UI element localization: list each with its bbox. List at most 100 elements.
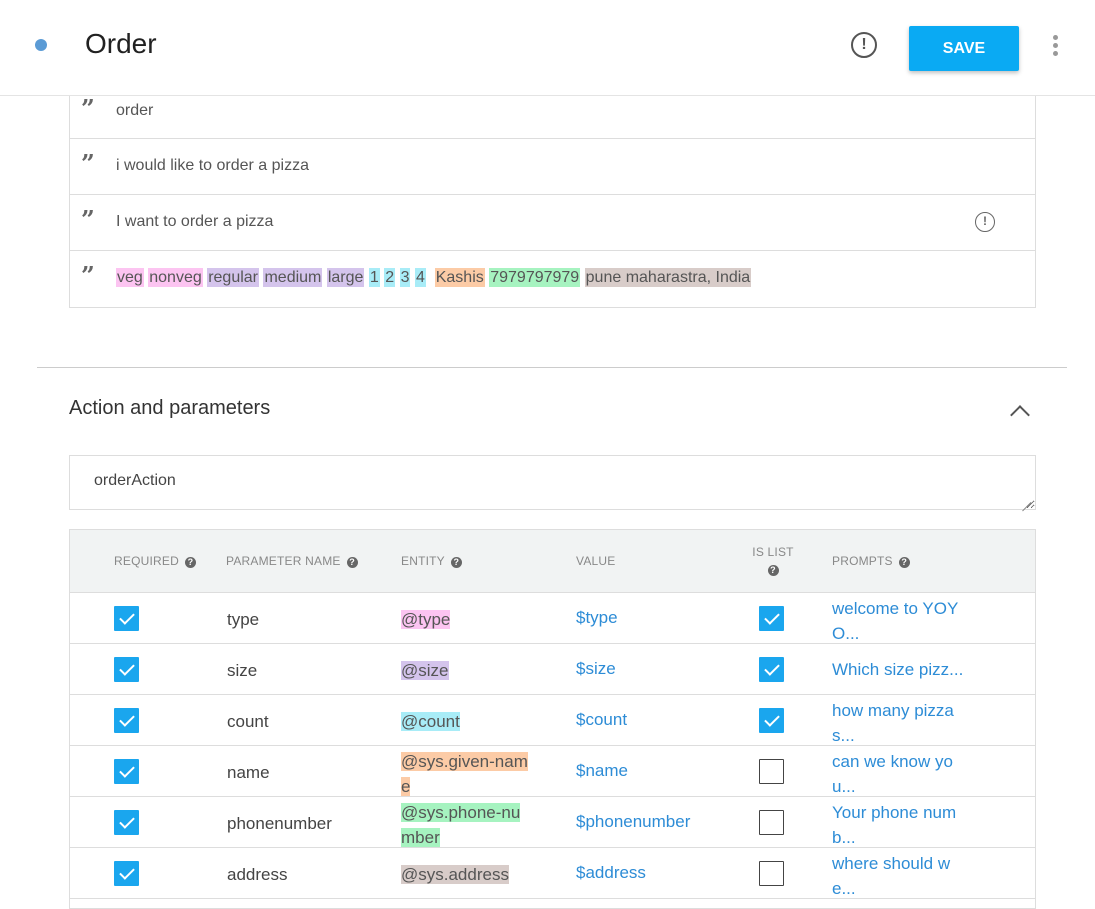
save-button[interactable]: SAVE xyxy=(909,26,1019,71)
header-parameter-name: PARAMETER NAME? xyxy=(226,554,358,568)
table-row[interactable]: address @sys.address $address where should … xyxy=(70,848,1035,899)
alert-icon[interactable]: ! xyxy=(975,212,995,232)
phrase-segment: i would like to order a pizza xyxy=(116,157,309,174)
parameter-prompt-link[interactable]: where should w e... xyxy=(832,851,967,901)
is-list-checkbox[interactable] xyxy=(759,606,784,631)
training-phrase[interactable]: ” veg nonveg regular medium large 1 2 3 … xyxy=(70,251,1035,307)
header-value: VALUE xyxy=(576,554,615,568)
help-icon[interactable]: ? xyxy=(898,557,910,568)
header-label: REQUIRED xyxy=(114,554,179,568)
more-options-icon[interactable] xyxy=(1050,35,1060,59)
required-checkbox[interactable] xyxy=(114,759,139,784)
parameter-prompt-link[interactable]: can we know yo u... xyxy=(832,749,967,799)
phrase-segment xyxy=(580,269,584,286)
parameter-value[interactable]: $size xyxy=(576,659,616,679)
annotated-entity[interactable]: veg xyxy=(116,268,144,287)
chevron-up-icon[interactable] xyxy=(1010,405,1030,425)
required-checkbox[interactable] xyxy=(114,861,139,886)
required-checkbox[interactable] xyxy=(114,657,139,682)
resize-handle-icon[interactable] xyxy=(1021,493,1033,512)
annotated-entity[interactable]: Kashis xyxy=(434,268,485,287)
app-header: Order ! SAVE xyxy=(0,0,1095,96)
annotated-entity[interactable]: 3 xyxy=(399,268,411,287)
is-list-checkbox[interactable] xyxy=(759,759,784,784)
parameter-name[interactable]: count xyxy=(227,712,269,732)
entity-label: @size xyxy=(401,661,449,680)
parameter-entity[interactable]: @sys.phone-number xyxy=(401,800,531,850)
phrase-segment xyxy=(426,269,435,286)
training-phrase[interactable]: ” i would like to order a pizza xyxy=(70,139,1035,195)
entity-label: @type xyxy=(401,610,451,629)
phrase-segment xyxy=(395,269,399,286)
required-checkbox[interactable] xyxy=(114,708,139,733)
parameter-entity[interactable]: @size xyxy=(401,658,531,683)
parameter-entity[interactable]: @sys.given-name xyxy=(401,749,531,799)
help-icon[interactable]: ? xyxy=(450,557,462,568)
annotated-entity[interactable]: medium xyxy=(263,268,323,287)
annotated-entity[interactable]: nonveg xyxy=(148,268,203,287)
parameter-value[interactable]: $type xyxy=(576,608,618,628)
is-list-checkbox[interactable] xyxy=(759,708,784,733)
parameter-entity[interactable]: @type xyxy=(401,607,531,632)
table-row[interactable]: type @type $type welcome to YOY O... xyxy=(70,593,1035,644)
parameter-value[interactable]: $address xyxy=(576,863,646,883)
quote-icon: ” xyxy=(81,261,95,290)
parameter-name[interactable]: address xyxy=(227,865,287,885)
parameter-name[interactable]: size xyxy=(227,661,257,681)
phrase-text[interactable]: I want to order a pizza xyxy=(116,213,273,231)
phrase-text[interactable]: veg nonveg regular medium large 1 2 3 4 … xyxy=(116,268,752,287)
is-list-checkbox[interactable] xyxy=(759,861,784,886)
required-checkbox[interactable] xyxy=(114,810,139,835)
parameter-entity[interactable]: @count xyxy=(401,709,531,734)
table-row[interactable]: phonenumber @sys.phone-number $phonenumber… xyxy=(70,797,1035,848)
parameter-value[interactable]: $phonenumber xyxy=(576,812,690,832)
annotated-entity[interactable]: 4 xyxy=(414,268,426,287)
is-list-checkbox[interactable] xyxy=(759,810,784,835)
help-icon[interactable]: ? xyxy=(346,557,358,568)
parameter-value[interactable]: $count xyxy=(576,710,627,730)
header-is-list: IS LIST ? xyxy=(751,545,795,576)
table-header: REQUIRED? PARAMETER NAME? ENTITY? VALUE … xyxy=(70,530,1035,593)
parameter-name[interactable]: name xyxy=(227,763,270,783)
header-label: VALUE xyxy=(576,554,616,568)
entity-label: @sys.address xyxy=(401,865,509,884)
is-list-checkbox[interactable] xyxy=(759,657,784,682)
section-divider xyxy=(37,367,1067,368)
help-icon[interactable]: ? xyxy=(184,557,196,568)
annotated-entity[interactable]: 7979797979 xyxy=(489,268,581,287)
parameter-prompt-link[interactable]: Your phone num b... xyxy=(832,800,967,850)
phrase-text[interactable]: order xyxy=(116,102,153,120)
alert-icon[interactable]: ! xyxy=(851,32,877,58)
header-prompts: PROMPTS? xyxy=(832,554,910,568)
parameter-prompt-link[interactable]: how many pizza s... xyxy=(832,698,967,748)
training-phrase[interactable]: ” I want to order a pizza ! xyxy=(70,195,1035,251)
phrase-text[interactable]: i would like to order a pizza xyxy=(116,157,309,175)
training-phrases-list: ” order ” i would like to order a pizza … xyxy=(69,94,1036,308)
table-row[interactable]: count @count $count how many pizza s... xyxy=(70,695,1035,746)
training-phrase[interactable]: ” order xyxy=(70,94,1035,139)
annotated-entity[interactable]: pune maharastra, India xyxy=(584,268,752,287)
annotated-entity[interactable]: 1 xyxy=(368,268,380,287)
quote-icon: ” xyxy=(81,149,95,178)
parameter-value[interactable]: $name xyxy=(576,761,628,781)
help-icon[interactable]: ? xyxy=(767,565,779,576)
section-title: Action and parameters xyxy=(69,397,271,419)
table-row[interactable]: name @sys.given-name $name can we know yo u… xyxy=(70,746,1035,797)
annotated-entity[interactable]: 2 xyxy=(384,268,396,287)
action-name-input[interactable]: orderAction xyxy=(69,455,1036,510)
header-entity: ENTITY? xyxy=(401,554,462,568)
table-row[interactable]: size @size $size Which size pizz... xyxy=(70,644,1035,695)
quote-icon: ” xyxy=(81,205,95,234)
status-dot xyxy=(35,39,47,51)
header-label: PARAMETER NAME xyxy=(226,554,341,568)
parameter-name[interactable]: phonenumber xyxy=(227,814,332,834)
parameter-prompt-link[interactable]: welcome to YOY O... xyxy=(832,596,967,646)
annotated-entity[interactable]: regular xyxy=(207,268,260,287)
parameter-entity[interactable]: @sys.address xyxy=(401,862,531,887)
parameter-name[interactable]: type xyxy=(227,610,259,630)
entity-label: @sys.given-name xyxy=(401,752,528,796)
annotated-entity[interactable]: large xyxy=(326,268,365,287)
entity-label: @count xyxy=(401,712,460,731)
parameter-prompt-link[interactable]: Which size pizz... xyxy=(832,657,967,682)
required-checkbox[interactable] xyxy=(114,606,139,631)
